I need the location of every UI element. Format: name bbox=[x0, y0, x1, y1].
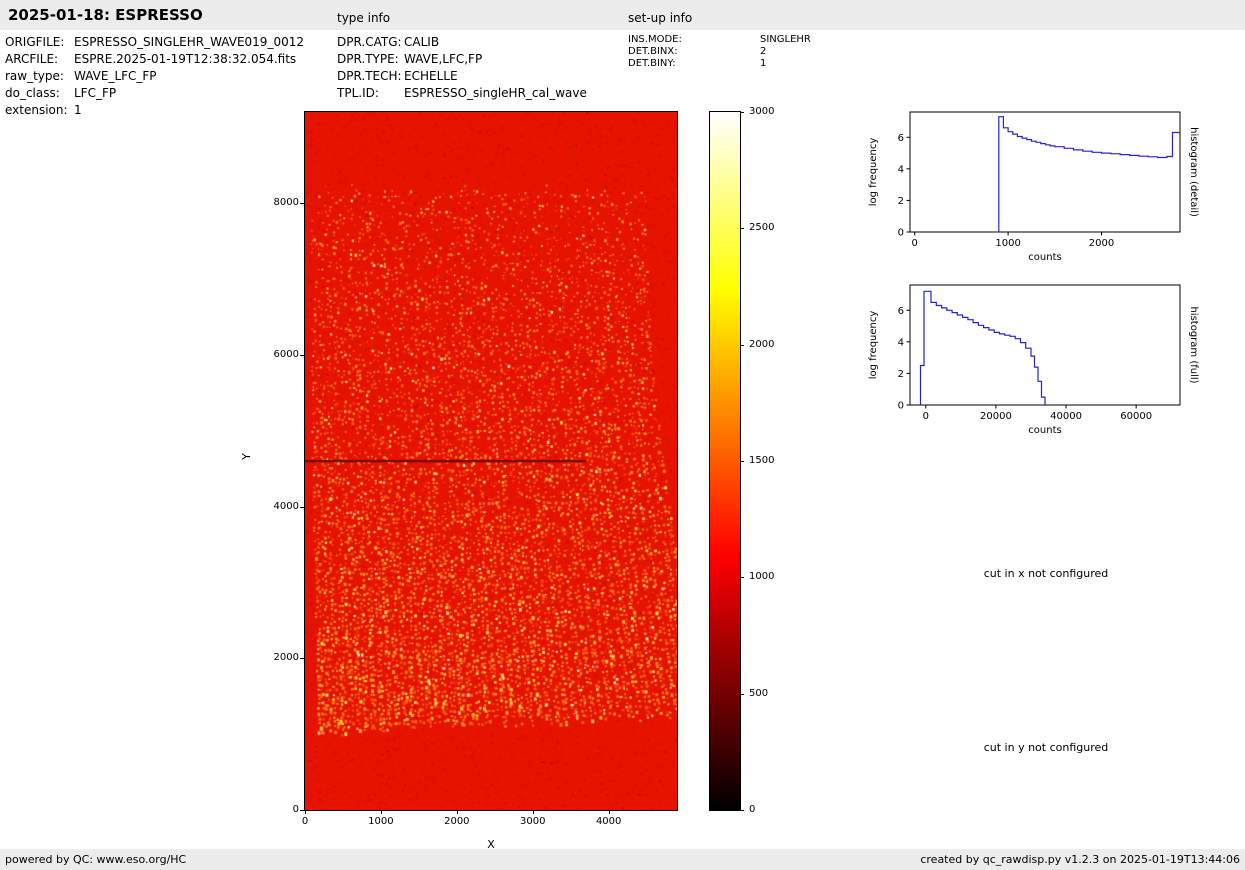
hist-frame bbox=[909, 284, 1181, 406]
hist-ylabel: log frequency bbox=[868, 138, 879, 207]
x-tick-label: 1000 bbox=[368, 816, 394, 827]
hist-y-tick-label: 6 bbox=[898, 306, 904, 317]
hist-y-tick-label: 2 bbox=[898, 369, 904, 380]
y-tick-mark bbox=[300, 354, 305, 356]
file-info-label: extension: bbox=[5, 103, 68, 117]
file-info-label: do_class: bbox=[5, 86, 60, 100]
hist-y-tick-label: 2 bbox=[898, 196, 904, 207]
x-tick-mark bbox=[456, 810, 458, 814]
colorbar-tick-label: 500 bbox=[749, 687, 769, 699]
y-tick-mark bbox=[300, 658, 305, 660]
y-tick-mark bbox=[300, 506, 305, 508]
file-info-value: ESPRESSO_SINGLEHR_WAVE019_0012 bbox=[74, 35, 304, 49]
setup-info-value: 1 bbox=[760, 58, 767, 69]
colorbar-tick-label: 1500 bbox=[749, 455, 775, 466]
type-info-label: TPL.ID: bbox=[337, 86, 379, 100]
hist-x-tick-label: 1000 bbox=[995, 238, 1020, 249]
colorbar-tick-label: 1000 bbox=[749, 571, 775, 583]
colorbar-tick-label: 3000 bbox=[749, 106, 775, 117]
colorbar-tick-mark bbox=[740, 112, 744, 113]
hist-x-tick-label: 0 bbox=[911, 238, 917, 249]
hist-x-tick-label: 60000 bbox=[1120, 411, 1152, 422]
y-tick-label: 2000 bbox=[273, 652, 299, 664]
hist-y-tick-label: 6 bbox=[898, 133, 904, 144]
type-info-value: WAVE,LFC,FP bbox=[404, 52, 483, 66]
hist-y-tick-label: 4 bbox=[898, 337, 904, 348]
file-info-value: ESPRE.2025-01-19T12:38:32.054.fits bbox=[74, 52, 297, 66]
file-info-label: raw_type: bbox=[5, 69, 64, 83]
hist-x-tick-label: 2000 bbox=[1089, 238, 1114, 249]
colorbar-tick-mark bbox=[740, 810, 744, 811]
footer-powered-by: powered by QC: www.eso.org/HC bbox=[5, 853, 187, 866]
type-info-value: ESPRESSO_singleHR_cal_wave bbox=[404, 86, 587, 100]
y-tick-label: 6000 bbox=[273, 348, 299, 360]
type-info-value: CALIB bbox=[404, 35, 440, 49]
type-info-value: ECHELLE bbox=[404, 69, 458, 83]
x-tick-mark bbox=[608, 810, 610, 814]
x-tick-label: 0 bbox=[301, 816, 309, 827]
x-tick-label: 3000 bbox=[520, 816, 546, 827]
hist-xlabel: counts bbox=[1028, 425, 1061, 436]
hist-x-tick-label: 0 bbox=[923, 411, 929, 422]
detector-image-frame bbox=[304, 111, 678, 811]
setup-info-value: SINGLEHR bbox=[760, 34, 811, 45]
colorbar bbox=[709, 111, 741, 811]
file-info-label: ARCFILE: bbox=[5, 52, 59, 66]
page-title: 2025-01-18: ESPRESSO bbox=[8, 6, 203, 24]
x-tick-mark bbox=[532, 810, 534, 814]
x-tick-label: 2000 bbox=[444, 816, 470, 827]
setup-info-label: DET.BINY: bbox=[628, 58, 676, 69]
file-info-value: WAVE_LFC_FP bbox=[74, 69, 157, 83]
x-tick-label: 4000 bbox=[595, 816, 622, 827]
hist-side-label: histogram (detail) bbox=[1188, 127, 1199, 217]
setup-info-heading: set-up info bbox=[628, 11, 693, 25]
hist-side-label: histogram (full) bbox=[1188, 306, 1199, 383]
y-tick-label: 8000 bbox=[273, 197, 299, 209]
histogram-detail-plot: 0 1000 2000 0 2 4 6 counts log frequency histogra… bbox=[868, 111, 1199, 263]
colorbar-tick-mark bbox=[740, 577, 744, 579]
colorbar-tick-mark bbox=[740, 693, 744, 695]
type-info-label: DPR.TYPE: bbox=[337, 52, 399, 66]
detector-image-canvas bbox=[305, 112, 677, 810]
colorbar-tick-label: 2000 bbox=[749, 338, 775, 350]
hist-xlabel: counts bbox=[1028, 252, 1061, 263]
x-tick-mark bbox=[380, 810, 382, 814]
colorbar-tick-label: 2500 bbox=[749, 222, 775, 234]
yaxis-label: Y bbox=[239, 453, 253, 460]
y-tick-label: 4000 bbox=[273, 500, 299, 512]
file-info-value: 1 bbox=[74, 103, 82, 117]
colorbar-tick-mark bbox=[740, 228, 744, 230]
hist-y-tick-label: 0 bbox=[898, 401, 904, 412]
hist-ylabel: log frequency bbox=[868, 311, 879, 380]
y-tick-mark bbox=[300, 810, 305, 811]
colorbar-tick-label: 0 bbox=[749, 804, 756, 815]
cut-x-message: cut in x not configured bbox=[983, 567, 1109, 580]
type-info-heading: type info bbox=[337, 11, 391, 25]
footer-created-by: created by qc_rawdisp.py v1.2.3 on 2025-… bbox=[920, 853, 1240, 866]
colorbar-tick-mark bbox=[740, 344, 744, 346]
hist-y-tick-label: 4 bbox=[898, 164, 904, 175]
type-info-label: DPR.TECH: bbox=[337, 69, 402, 83]
setup-info-label: DET.BINX: bbox=[628, 46, 678, 57]
hist-x-tick-label: 20000 bbox=[980, 411, 1012, 422]
colorbar-tick-mark bbox=[740, 461, 744, 462]
file-info-label: ORIGFILE: bbox=[5, 35, 65, 49]
cut-y-message: cut in y not configured bbox=[983, 741, 1109, 754]
y-tick-label: 0 bbox=[292, 804, 299, 815]
hist-y-tick-label: 0 bbox=[898, 228, 904, 239]
setup-info-label: INS.MODE: bbox=[628, 34, 682, 45]
x-tick-mark bbox=[305, 810, 306, 814]
file-info-value: LFC_FP bbox=[74, 86, 117, 100]
hist-x-tick-label: 40000 bbox=[1050, 411, 1082, 422]
type-info-label: DPR.CATG: bbox=[337, 35, 402, 49]
qc-report-page: 2025-01-18: ESPRESSO type info set-up in… bbox=[0, 0, 1245, 870]
setup-info-value: 2 bbox=[760, 46, 767, 57]
y-tick-mark bbox=[300, 203, 305, 205]
histogram-full-plot: 0 20000 40000 60000 0 2 4 6 counts log frequency h… bbox=[868, 284, 1199, 436]
hist-frame bbox=[909, 111, 1181, 233]
